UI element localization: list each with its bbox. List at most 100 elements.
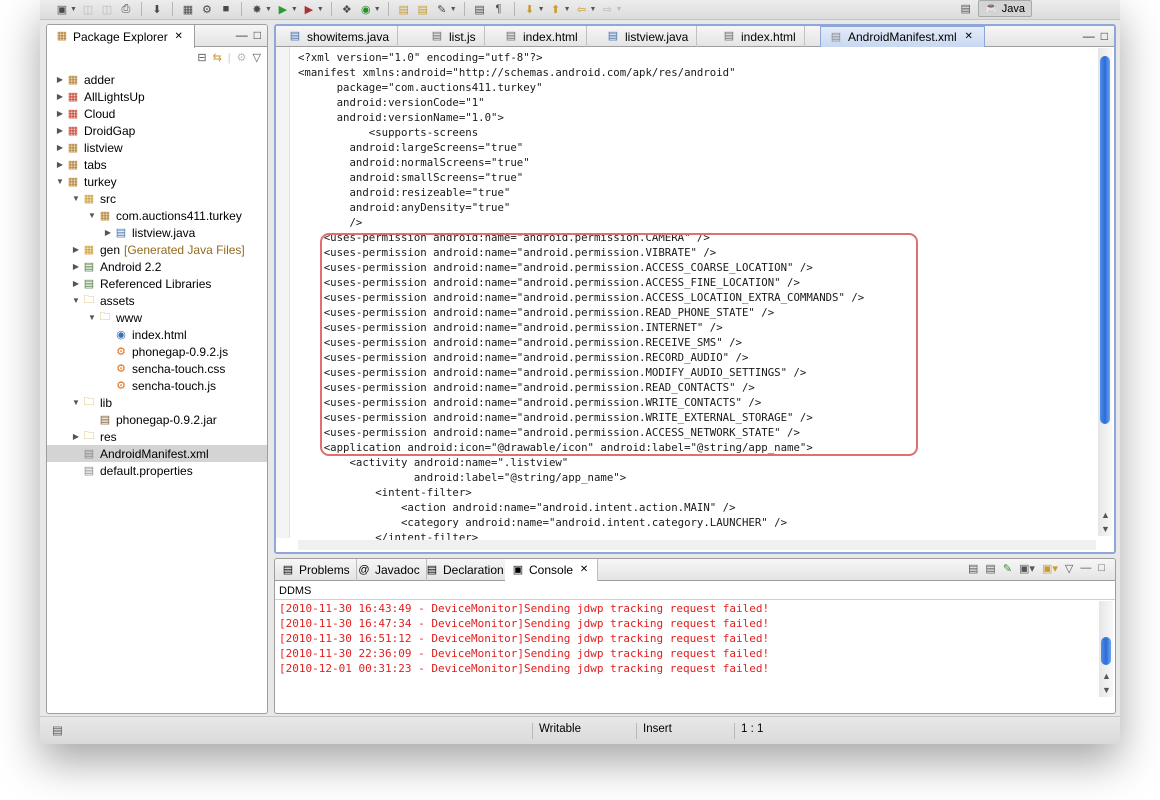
dropdown-arrow-icon[interactable]: ▼: [564, 6, 571, 13]
new-class-c-icon[interactable]: ◉: [358, 2, 374, 16]
tree-item[interactable]: ▶ ▦ listview: [47, 139, 267, 156]
tree-item[interactable]: ▼ ▦ com.auctions411.turkey: [47, 207, 267, 224]
tree-item[interactable]: ▶ ▤ listview.java: [47, 224, 267, 241]
tree-item[interactable]: ▤ phonegap-0.9.2.jar: [47, 411, 267, 428]
open-type-icon[interactable]: ▤: [396, 2, 412, 16]
tree-item[interactable]: ▶ ▦ gen [Generated Java Files]: [47, 241, 267, 258]
dropdown-arrow-icon[interactable]: ▼: [538, 6, 545, 13]
collapsed-arrow-icon[interactable]: ▶: [71, 262, 81, 271]
editor-vertical-scrollbar[interactable]: ▲ ▼: [1098, 48, 1112, 536]
tree-item[interactable]: ▶ ▦ adder: [47, 71, 267, 88]
forward-icon[interactable]: ⇨: [599, 2, 615, 16]
new-class-icon[interactable]: ❖: [339, 2, 355, 16]
collapse-all-icon[interactable]: ⊟: [197, 51, 206, 64]
open-folder-icon[interactable]: ▤: [415, 2, 431, 16]
show-whitespace-icon[interactable]: ¶: [491, 2, 507, 16]
collapsed-arrow-icon[interactable]: ▶: [103, 228, 113, 237]
tree-item[interactable]: ▶ ▦ tabs: [47, 156, 267, 173]
maximize-icon[interactable]: □: [1101, 29, 1108, 43]
tree-item[interactable]: ▤ AndroidManifest.xml: [47, 445, 267, 462]
tree-item[interactable]: ▶ 🗀 res: [47, 428, 267, 445]
minimize-icon[interactable]: —: [236, 28, 248, 42]
expanded-arrow-icon[interactable]: ▼: [87, 211, 97, 220]
scroll-up-arrow-icon[interactable]: ▲: [1101, 510, 1110, 520]
editor-tab[interactable]: ▤ AndroidManifest.xml ✕: [820, 26, 985, 47]
tree-item[interactable]: ▤ default.properties: [47, 462, 267, 479]
new-icon[interactable]: ▣: [54, 2, 70, 16]
dropdown-arrow-icon[interactable]: ▼: [265, 6, 272, 13]
dropdown-arrow-icon[interactable]: ▼: [590, 6, 597, 13]
dropdown-arrow-icon[interactable]: ▼: [291, 6, 298, 13]
view-menu-icon[interactable]: ▽: [1065, 562, 1073, 575]
next-annotation-icon[interactable]: ⬇: [522, 2, 538, 16]
collapsed-arrow-icon[interactable]: ▶: [55, 143, 65, 152]
pin-console-icon[interactable]: ✎: [1003, 562, 1012, 575]
expanded-arrow-icon[interactable]: ▼: [71, 296, 81, 305]
collapsed-arrow-icon[interactable]: ▶: [71, 279, 81, 288]
open-perspective-icon[interactable]: ▤: [958, 2, 974, 16]
tab-declaration[interactable]: ▤ Declaration: [419, 559, 511, 581]
dropdown-arrow-icon[interactable]: ▼: [70, 6, 77, 13]
collapsed-arrow-icon[interactable]: ▶: [55, 160, 65, 169]
run-icon[interactable]: ▶: [275, 2, 291, 16]
back-icon[interactable]: ⇦: [574, 2, 590, 16]
tab-problems[interactable]: ▤ Problems: [275, 559, 357, 581]
external-tools-icon[interactable]: ▶: [301, 2, 317, 16]
expanded-arrow-icon[interactable]: ▼: [55, 177, 65, 186]
editor-tab[interactable]: ▤ index.html: [714, 26, 805, 47]
save-all-icon[interactable]: ◫: [99, 2, 115, 16]
search-icon[interactable]: ✎: [434, 2, 450, 16]
close-icon[interactable]: ✕: [577, 563, 591, 577]
filter-icon[interactable]: ⚙: [237, 51, 247, 64]
minimize-icon[interactable]: —: [1080, 562, 1091, 575]
close-icon[interactable]: ✕: [962, 30, 976, 44]
editor-horizontal-scrollbar[interactable]: [298, 540, 1096, 550]
tree-item[interactable]: ⚙ phonegap-0.9.2.js: [47, 343, 267, 360]
clear-console-icon[interactable]: ▤: [968, 562, 978, 575]
tab-console[interactable]: ▣ Console ✕: [505, 559, 599, 581]
dropdown-arrow-icon[interactable]: ▼: [317, 6, 324, 13]
save-icon[interactable]: ◫: [80, 2, 96, 16]
tree-item[interactable]: ▶ ▦ DroidGap: [47, 122, 267, 139]
scroll-lock-icon[interactable]: ▤: [985, 562, 995, 575]
tree-item[interactable]: ⚙ sencha-touch.js: [47, 377, 267, 394]
dropdown-arrow-icon[interactable]: ▼: [374, 6, 381, 13]
tree-item[interactable]: ▼ 🗀 www: [47, 309, 267, 326]
minimize-icon[interactable]: —: [1083, 29, 1095, 43]
collapsed-arrow-icon[interactable]: ▶: [55, 126, 65, 135]
new-java-project-icon[interactable]: ▦: [180, 2, 196, 16]
tab-javadoc[interactable]: @ Javadoc: [351, 559, 427, 581]
dropdown-arrow-icon[interactable]: ▼: [615, 6, 622, 13]
tree-item[interactable]: ▼ ▦ src: [47, 190, 267, 207]
scroll-up-arrow-icon[interactable]: ▲: [1102, 671, 1111, 681]
dropdown-arrow-icon[interactable]: ▼: [450, 6, 457, 13]
collapsed-arrow-icon[interactable]: ▶: [55, 75, 65, 84]
tree-item[interactable]: ⚙ sencha-touch.css: [47, 360, 267, 377]
editor-tab[interactable]: ▤ index.html: [496, 26, 587, 47]
collapsed-arrow-icon[interactable]: ▶: [71, 432, 81, 441]
collapsed-arrow-icon[interactable]: ▶: [71, 245, 81, 254]
console-output[interactable]: [2010-11-30 16:43:49 - DeviceMonitor]Sen…: [279, 601, 769, 676]
java-perspective-button[interactable]: ☕ Java: [977, 0, 1032, 17]
scroll-down-arrow-icon[interactable]: ▼: [1101, 524, 1110, 534]
maximize-icon[interactable]: □: [1098, 562, 1105, 575]
tree-item[interactable]: ▼ 🗀 assets: [47, 292, 267, 309]
tree-item[interactable]: ▼ ▦ turkey: [47, 173, 267, 190]
export-icon[interactable]: ⬇: [149, 2, 165, 16]
editor-tab[interactable]: ▤ list.js: [422, 26, 485, 47]
console-vertical-scrollbar[interactable]: ▲ ▼: [1099, 601, 1113, 697]
collapsed-arrow-icon[interactable]: ▶: [55, 109, 65, 118]
print-icon[interactable]: ⎙: [118, 2, 134, 16]
link-with-editor-icon[interactable]: ⇆: [213, 51, 222, 64]
tree-item[interactable]: ▶ ▤ Referenced Libraries: [47, 275, 267, 292]
view-menu-icon[interactable]: ▽: [253, 51, 261, 64]
scroll-down-arrow-icon[interactable]: ▼: [1102, 685, 1111, 695]
expanded-arrow-icon[interactable]: ▼: [71, 398, 81, 407]
tree-item[interactable]: ▶ ▤ Android 2.2: [47, 258, 267, 275]
display-console-icon[interactable]: ▣▾: [1019, 562, 1035, 575]
tab-package-explorer[interactable]: ▦ Package Explorer ✕: [47, 25, 195, 48]
expanded-arrow-icon[interactable]: ▼: [87, 313, 97, 322]
fast-view-icon[interactable]: ▤: [46, 723, 63, 739]
previous-annotation-icon[interactable]: ⬆: [548, 2, 564, 16]
collapsed-arrow-icon[interactable]: ▶: [55, 92, 65, 101]
